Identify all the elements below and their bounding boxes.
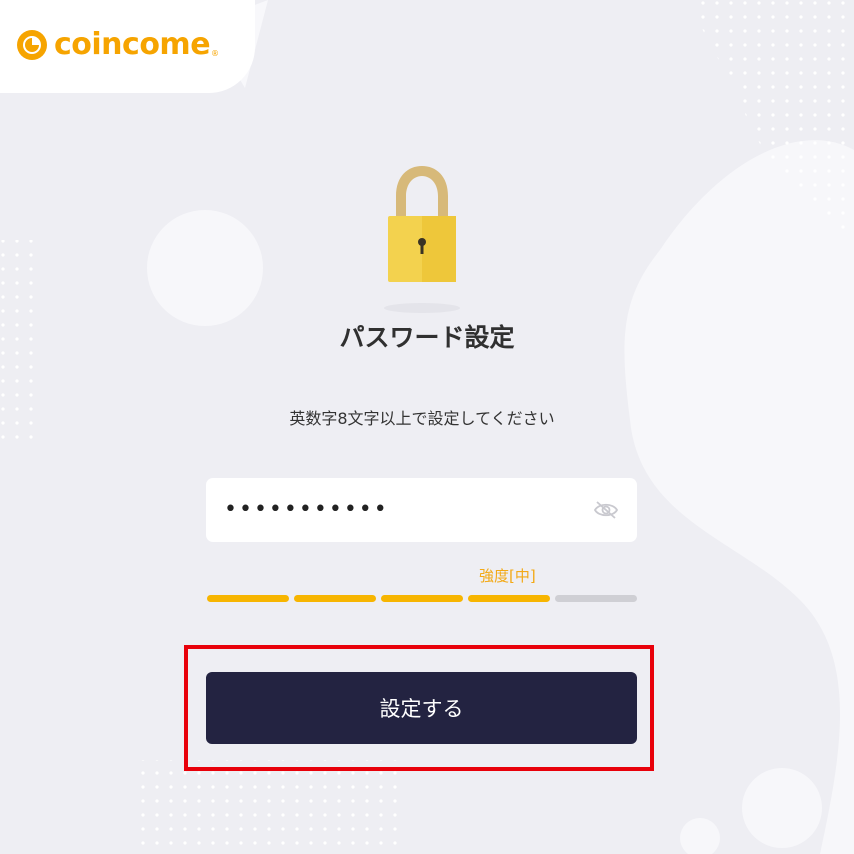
strength-segment xyxy=(294,595,376,602)
password-input[interactable]: ••••••••••• xyxy=(224,499,593,521)
strength-meter xyxy=(207,595,637,603)
brand-logo[interactable]: coincome ® xyxy=(16,28,219,62)
page-title: パスワード設定 xyxy=(339,323,515,352)
strength-label: 強度[中] xyxy=(479,567,536,585)
eye-off-icon[interactable] xyxy=(593,500,619,520)
brand-name: coincome xyxy=(54,27,211,62)
strength-segment xyxy=(207,595,289,602)
instruction-text: 英数字8文字以上で設定してください xyxy=(289,409,555,428)
strength-segment xyxy=(381,595,463,602)
registered-mark: ® xyxy=(211,49,220,58)
strength-segment xyxy=(555,595,637,602)
submit-button[interactable]: 設定する xyxy=(206,672,637,744)
password-field[interactable]: ••••••••••• xyxy=(206,478,637,542)
strength-segment xyxy=(468,595,550,602)
lock-icon xyxy=(384,166,460,313)
coincome-logo-icon xyxy=(17,30,47,60)
